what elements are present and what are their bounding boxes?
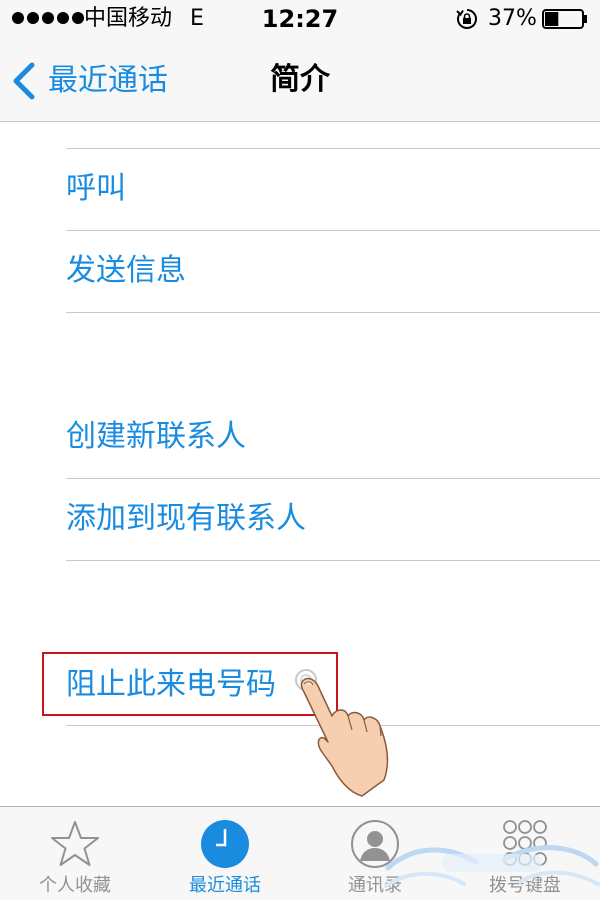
call-label: 呼叫 [66, 171, 126, 206]
divider [66, 312, 600, 313]
star-icon [51, 821, 99, 866]
status-bar: 中国移动 E 12:27 37% [0, 0, 600, 40]
tab-recents[interactable]: 最近通话 [150, 807, 300, 900]
tab-recents-label: 最近通话 [189, 875, 261, 896]
tab-favorites[interactable]: 个人收藏 [0, 807, 150, 900]
tab-bar: 个人收藏 最近通话 通讯录 拨号键盘 [0, 806, 600, 900]
keypad-icon [503, 820, 547, 866]
battery-icon [542, 9, 587, 29]
tab-keypad[interactable]: 拨号键盘 [450, 807, 600, 900]
tab-contacts-label: 通讯录 [348, 875, 402, 896]
page-title: 简介 [270, 62, 330, 97]
block-caller-label: 阻止此来电号码 [66, 667, 276, 702]
tab-contacts[interactable]: 通讯录 [300, 807, 450, 900]
tap-hand-icon [295, 669, 389, 797]
rotation-lock-icon [456, 9, 477, 29]
send-message-button[interactable]: 发送信息 [66, 230, 600, 312]
navigation-bar: 最近通话 简介 [0, 40, 600, 122]
call-button[interactable]: 呼叫 [66, 148, 600, 230]
create-contact-button[interactable]: 创建新联系人 [66, 396, 600, 478]
battery-percentage: 37% [488, 6, 537, 31]
contact-icon [351, 820, 399, 868]
divider [66, 560, 600, 561]
tab-favorites-label: 个人收藏 [39, 875, 111, 896]
tab-keypad-label: 拨号键盘 [489, 875, 561, 896]
send-message-label: 发送信息 [66, 253, 186, 288]
create-contact-label: 创建新联系人 [66, 419, 246, 454]
clock-icon [201, 820, 249, 868]
add-to-existing-contact-button[interactable]: 添加到现有联系人 [66, 478, 600, 560]
add-to-existing-contact-label: 添加到现有联系人 [66, 501, 306, 536]
